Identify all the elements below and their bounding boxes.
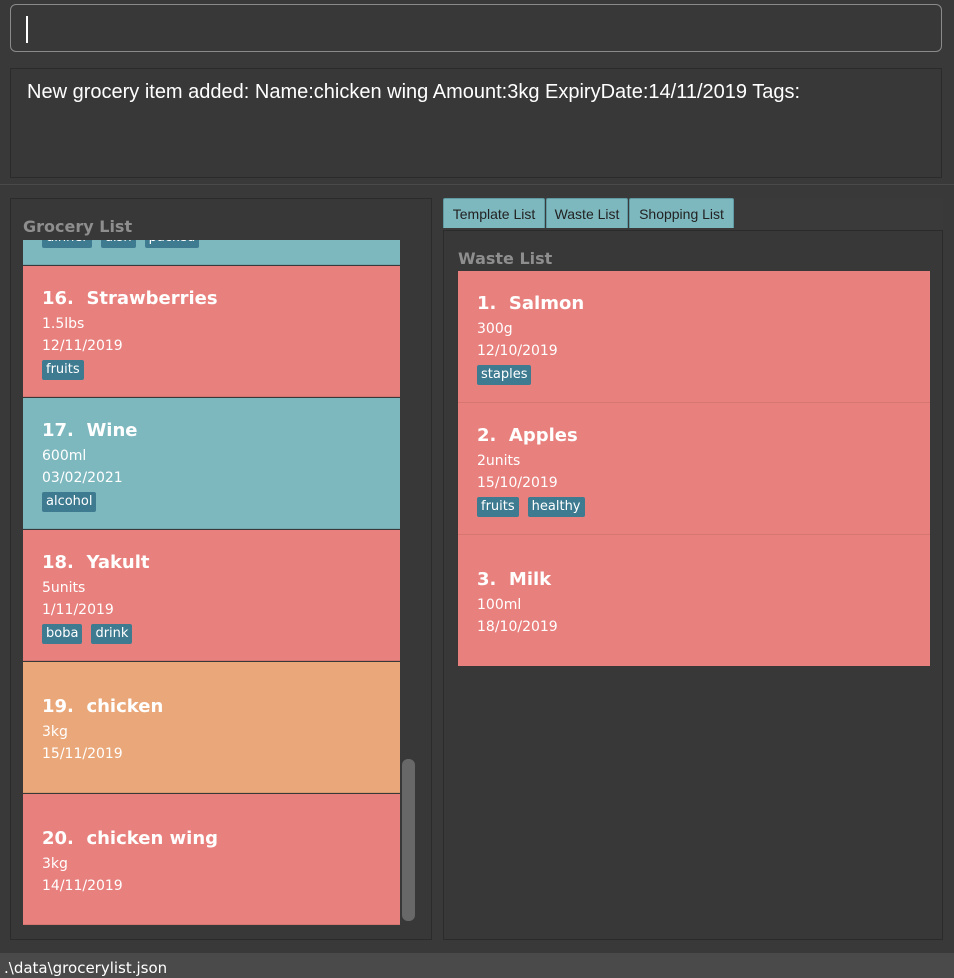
waste-list-view[interactable]: 1. Salmon 300g 12/10/2019 staples 2. App… xyxy=(458,271,930,666)
tag-label: packed xyxy=(144,240,200,248)
grocery-card-title: 19. chicken xyxy=(42,696,164,717)
grocery-card-amount: 3kg xyxy=(42,724,68,740)
waste-card-title: 2. Apples xyxy=(477,425,578,446)
grocery-card-expiry: 1/11/2019 xyxy=(42,602,114,618)
grocery-card-amount: 5units xyxy=(42,580,86,596)
grocery-card-amount: 1.5lbs xyxy=(42,316,85,332)
tag-label: dinner xyxy=(42,240,92,248)
waste-list-title: Waste List xyxy=(458,249,553,268)
result-message: New grocery item added: Name:chicken win… xyxy=(27,81,801,103)
split-divider[interactable] xyxy=(0,184,954,185)
tag-label: fruits xyxy=(42,360,84,380)
grocery-card-title: 18. Yakult xyxy=(42,552,150,573)
waste-card[interactable]: 3. Milk 100ml 18/10/2019 xyxy=(458,535,930,666)
grocery-list-view[interactable]: dinner dish packed 16. Strawberries 1.5l… xyxy=(23,240,400,926)
grocery-card-title: 17. Wine xyxy=(42,420,138,441)
waste-card-amount: 300g xyxy=(477,321,513,337)
waste-card-amount: 2units xyxy=(477,453,521,469)
tag-label: staples xyxy=(477,365,532,385)
tag-label: boba xyxy=(42,624,83,644)
grocery-card-title: 16. Strawberries xyxy=(42,288,218,309)
grocery-card[interactable]: 20. chicken wing 3kg 14/11/2019 xyxy=(23,794,400,925)
grocery-card-expiry: 03/02/2021 xyxy=(42,470,123,486)
tab-waste-list[interactable]: Waste List xyxy=(546,198,628,228)
grocery-card[interactable]: 16. Strawberries 1.5lbs 12/11/2019 fruit… xyxy=(23,266,400,397)
grocery-card-expiry: 15/11/2019 xyxy=(42,746,123,762)
waste-list-panel: Waste List 1. Salmon 300g 12/10/2019 sta… xyxy=(443,230,943,940)
waste-card[interactable]: 2. Apples 2units 15/10/2019 fruits healt… xyxy=(458,403,930,535)
grocery-card[interactable]: dinner dish packed xyxy=(23,240,400,265)
tag-label: drink xyxy=(91,624,133,644)
grocery-list-panel: Grocery List dinner dish packed 16. Stra… xyxy=(10,198,432,940)
tag-label: alcohol xyxy=(42,492,97,512)
grocery-card[interactable]: 18. Yakult 5units 1/11/2019 boba drink xyxy=(23,530,400,661)
grocery-card-expiry: 12/11/2019 xyxy=(42,338,123,354)
waste-card-title: 3. Milk xyxy=(477,569,552,590)
grocery-card-amount: 600ml xyxy=(42,448,87,464)
tag-label: fruits xyxy=(477,497,519,517)
scrollbar-thumb[interactable] xyxy=(402,759,415,921)
tag-label: dish xyxy=(100,240,136,248)
grocery-card-title: 20. chicken wing xyxy=(42,828,219,849)
result-display: New grocery item added: Name:chicken win… xyxy=(10,68,942,178)
grocery-card[interactable]: 19. chicken 3kg 15/11/2019 xyxy=(23,662,400,793)
tab-bar: Template List Waste List Shopping List xyxy=(443,198,943,230)
tab-template-list[interactable]: Template List xyxy=(443,198,545,228)
waste-card[interactable]: 1. Salmon 300g 12/10/2019 staples xyxy=(458,271,930,403)
tab-shopping-list[interactable]: Shopping List xyxy=(629,198,734,228)
status-bar: .\data\grocerylist.json xyxy=(0,953,954,978)
grocery-card-amount: 3kg xyxy=(42,856,68,872)
waste-card-expiry: 12/10/2019 xyxy=(477,343,558,359)
grocery-card-expiry: 14/11/2019 xyxy=(42,878,123,894)
text-caret xyxy=(26,16,28,43)
save-location-path: .\data\grocerylist.json xyxy=(4,959,168,977)
grocery-card[interactable]: 17. Wine 600ml 03/02/2021 alcohol xyxy=(23,398,400,529)
grocery-list-title: Grocery List xyxy=(23,217,133,236)
tag-label: healthy xyxy=(527,497,585,517)
waste-card-expiry: 18/10/2019 xyxy=(477,619,558,635)
waste-card-expiry: 15/10/2019 xyxy=(477,475,558,491)
waste-card-amount: 100ml xyxy=(477,597,522,613)
command-input[interactable] xyxy=(10,4,942,52)
waste-card-title: 1. Salmon xyxy=(477,293,585,314)
